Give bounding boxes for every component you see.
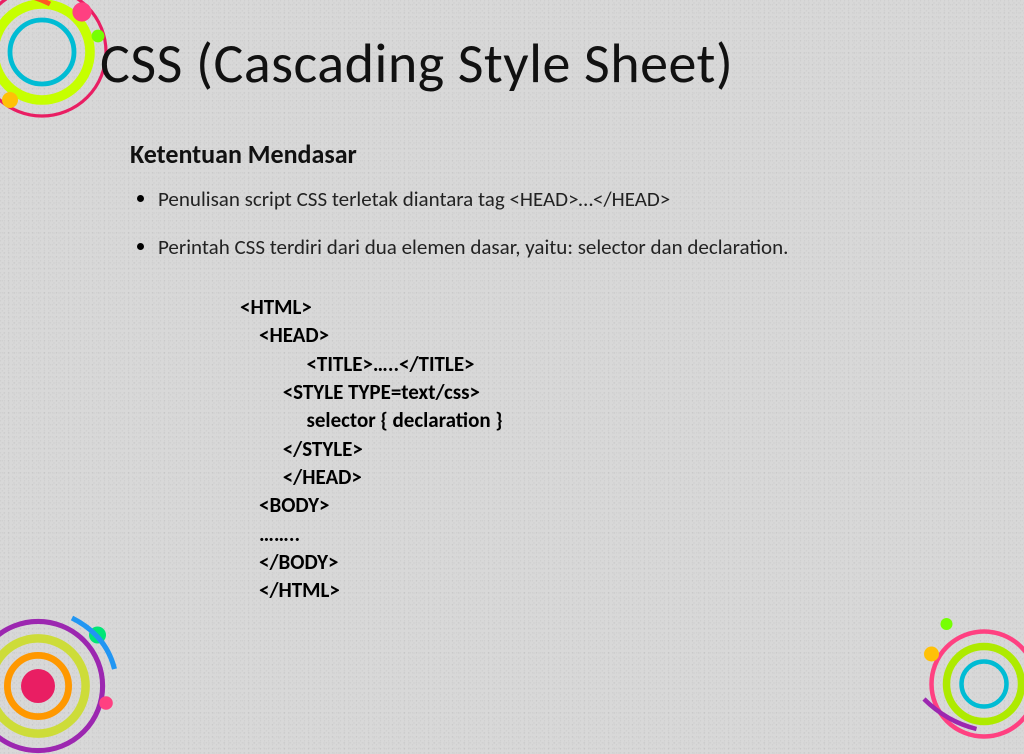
slide-content: CSS (Cascading Style Sheet) Ketentuan Me… <box>0 0 1024 605</box>
decorative-swirl-bottom-right <box>894 594 1024 744</box>
bullet-item: Perintah CSS terdiri dari dua elemen das… <box>158 230 944 264</box>
code-example: <HTML> <HEAD> <TITLE>…..</TITLE> <STYLE … <box>240 293 944 605</box>
bullet-list: Penulisan script CSS terletak diantara t… <box>130 182 944 263</box>
bullet-item: Penulisan script CSS terletak diantara t… <box>158 182 944 216</box>
slide-subtitle: Ketentuan Mendasar <box>130 138 944 170</box>
decorative-swirl-bottom-left <box>0 584 140 754</box>
slide-title: CSS (Cascading Style Sheet) <box>100 30 944 98</box>
